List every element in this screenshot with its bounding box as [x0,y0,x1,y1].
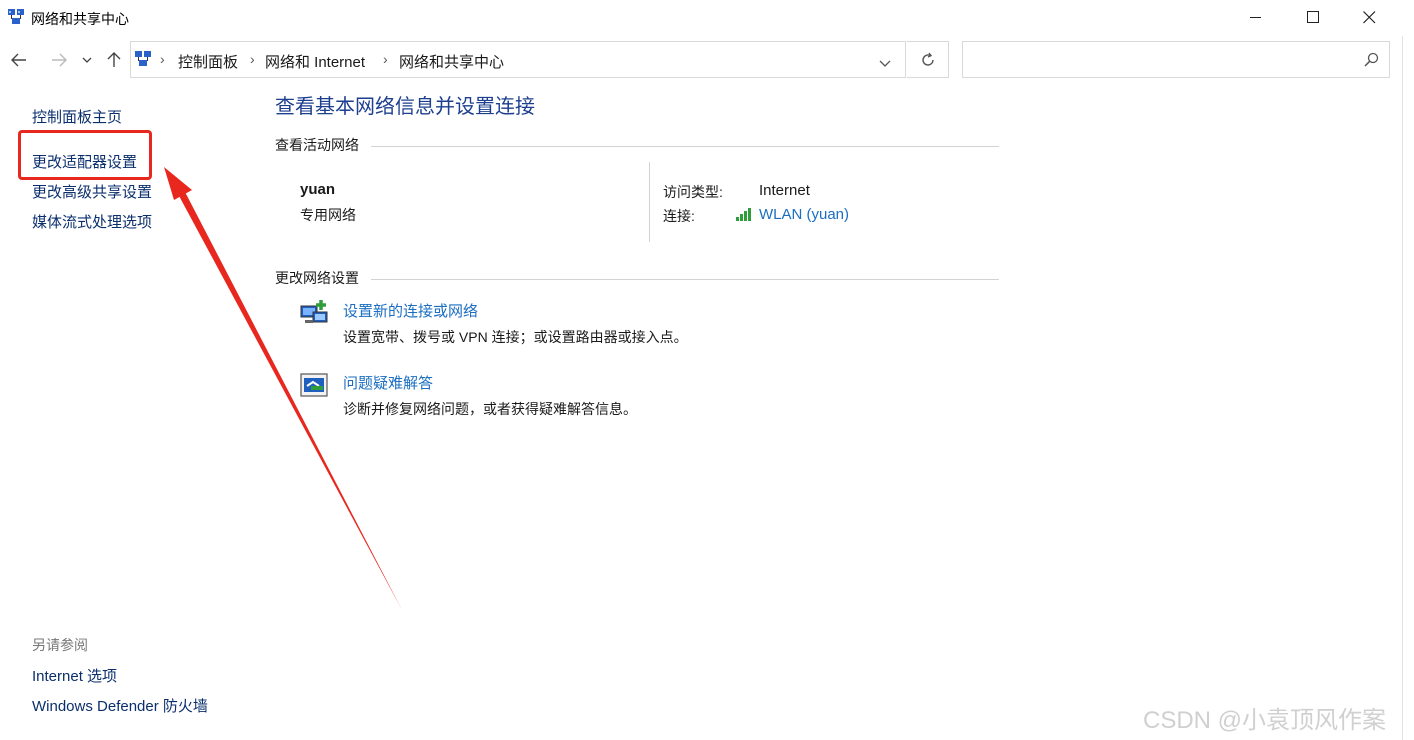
watermark: CSDN @小袁顶风作案 [1143,707,1387,734]
window-edge [1402,36,1403,740]
annotation-arrow [164,167,402,610]
